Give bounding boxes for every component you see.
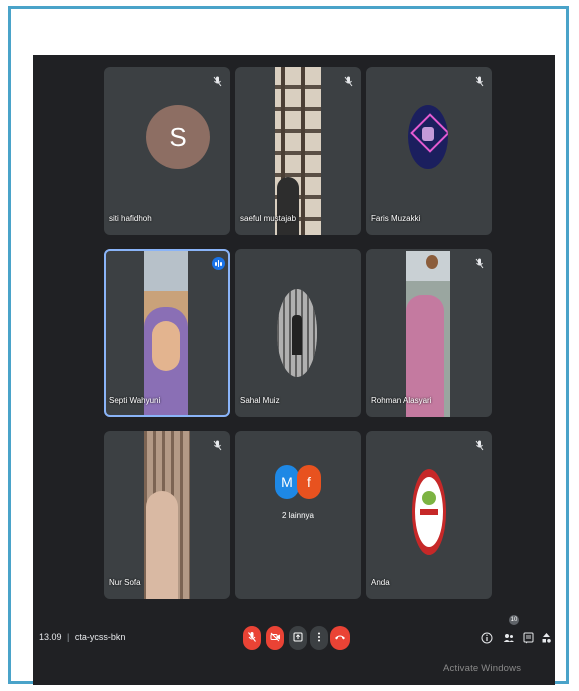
mic-off-icon xyxy=(474,258,484,270)
participant-tile-active[interactable]: Septi Wahyuni xyxy=(104,249,230,417)
participant-tile[interactable]: S siti hafidhoh xyxy=(104,67,230,235)
end-call-icon xyxy=(334,633,346,644)
profile-picture xyxy=(412,469,446,555)
mic-off-icon xyxy=(212,76,222,88)
meeting-code: cta-ycss-bkn xyxy=(74,632,126,642)
participant-name: 2 lainnya xyxy=(281,511,315,520)
more-icon xyxy=(317,632,321,645)
meeting-details-button[interactable] xyxy=(481,632,493,647)
chat-button[interactable] xyxy=(523,632,534,647)
separator: | xyxy=(67,632,70,642)
avatar: f xyxy=(297,465,321,499)
people-icon xyxy=(503,634,515,647)
chat-icon xyxy=(523,632,534,647)
clock-time: 13.09 xyxy=(39,632,62,642)
camera-toggle-button[interactable] xyxy=(266,626,284,650)
participant-tile[interactable]: M f 2 lainnya xyxy=(235,431,361,599)
participant-tile[interactable]: Sahal Muiz xyxy=(235,249,361,417)
people-count-badge: 10 xyxy=(509,615,519,625)
participant-tile[interactable]: Rohman Alasyari xyxy=(366,249,492,417)
participant-name: siti hafidhoh xyxy=(109,214,152,223)
activities-icon xyxy=(541,633,552,647)
mic-off-icon xyxy=(212,440,222,452)
mic-off-icon xyxy=(343,76,353,88)
video-feed-person xyxy=(144,431,190,599)
bottom-control-bar: 13.09 | cta-ycss-bkn 10 Activate Windows xyxy=(33,615,555,685)
info-icon xyxy=(481,632,493,647)
participant-name: Anda xyxy=(371,578,390,587)
mic-off-icon xyxy=(247,631,257,646)
participant-name: Nur Sofa xyxy=(109,578,141,587)
speaking-indicator-icon xyxy=(212,257,225,270)
participant-tile[interactable]: saeful mustajab xyxy=(235,67,361,235)
profile-picture xyxy=(408,105,448,169)
mic-toggle-button[interactable] xyxy=(243,626,261,650)
video-feed-person xyxy=(144,251,188,415)
video-feed-person xyxy=(406,251,450,417)
people-button[interactable] xyxy=(503,632,515,647)
meeting-info: 13.09 | cta-ycss-bkn xyxy=(39,632,125,642)
present-icon xyxy=(293,632,303,645)
activities-button[interactable] xyxy=(541,632,552,647)
participant-name: Rohman Alasyari xyxy=(371,396,432,405)
camera-off-icon xyxy=(270,632,281,645)
participant-tile[interactable]: Anda xyxy=(366,431,492,599)
participant-name: Septi Wahyuni xyxy=(109,396,161,405)
participant-name: Faris Muzakki xyxy=(371,214,421,223)
present-button[interactable] xyxy=(289,626,307,650)
participant-tile[interactable]: Faris Muzakki xyxy=(366,67,492,235)
participant-name: Sahal Muiz xyxy=(240,396,280,405)
avatar: S xyxy=(146,105,210,169)
video-feed-bookshelf xyxy=(275,67,321,235)
avatar: M xyxy=(275,465,299,499)
mic-off-icon xyxy=(474,440,484,452)
meet-window: S siti hafidhoh saeful mustajab Faris Mu… xyxy=(33,55,555,685)
mic-off-icon xyxy=(474,76,484,88)
profile-picture xyxy=(277,289,317,377)
end-call-button[interactable] xyxy=(330,626,350,650)
participant-name: saeful mustajab xyxy=(240,214,297,223)
more-options-button[interactable] xyxy=(310,626,328,650)
activate-windows-watermark: Activate Windows xyxy=(443,663,522,674)
participant-tile[interactable]: Nur Sofa xyxy=(104,431,230,599)
